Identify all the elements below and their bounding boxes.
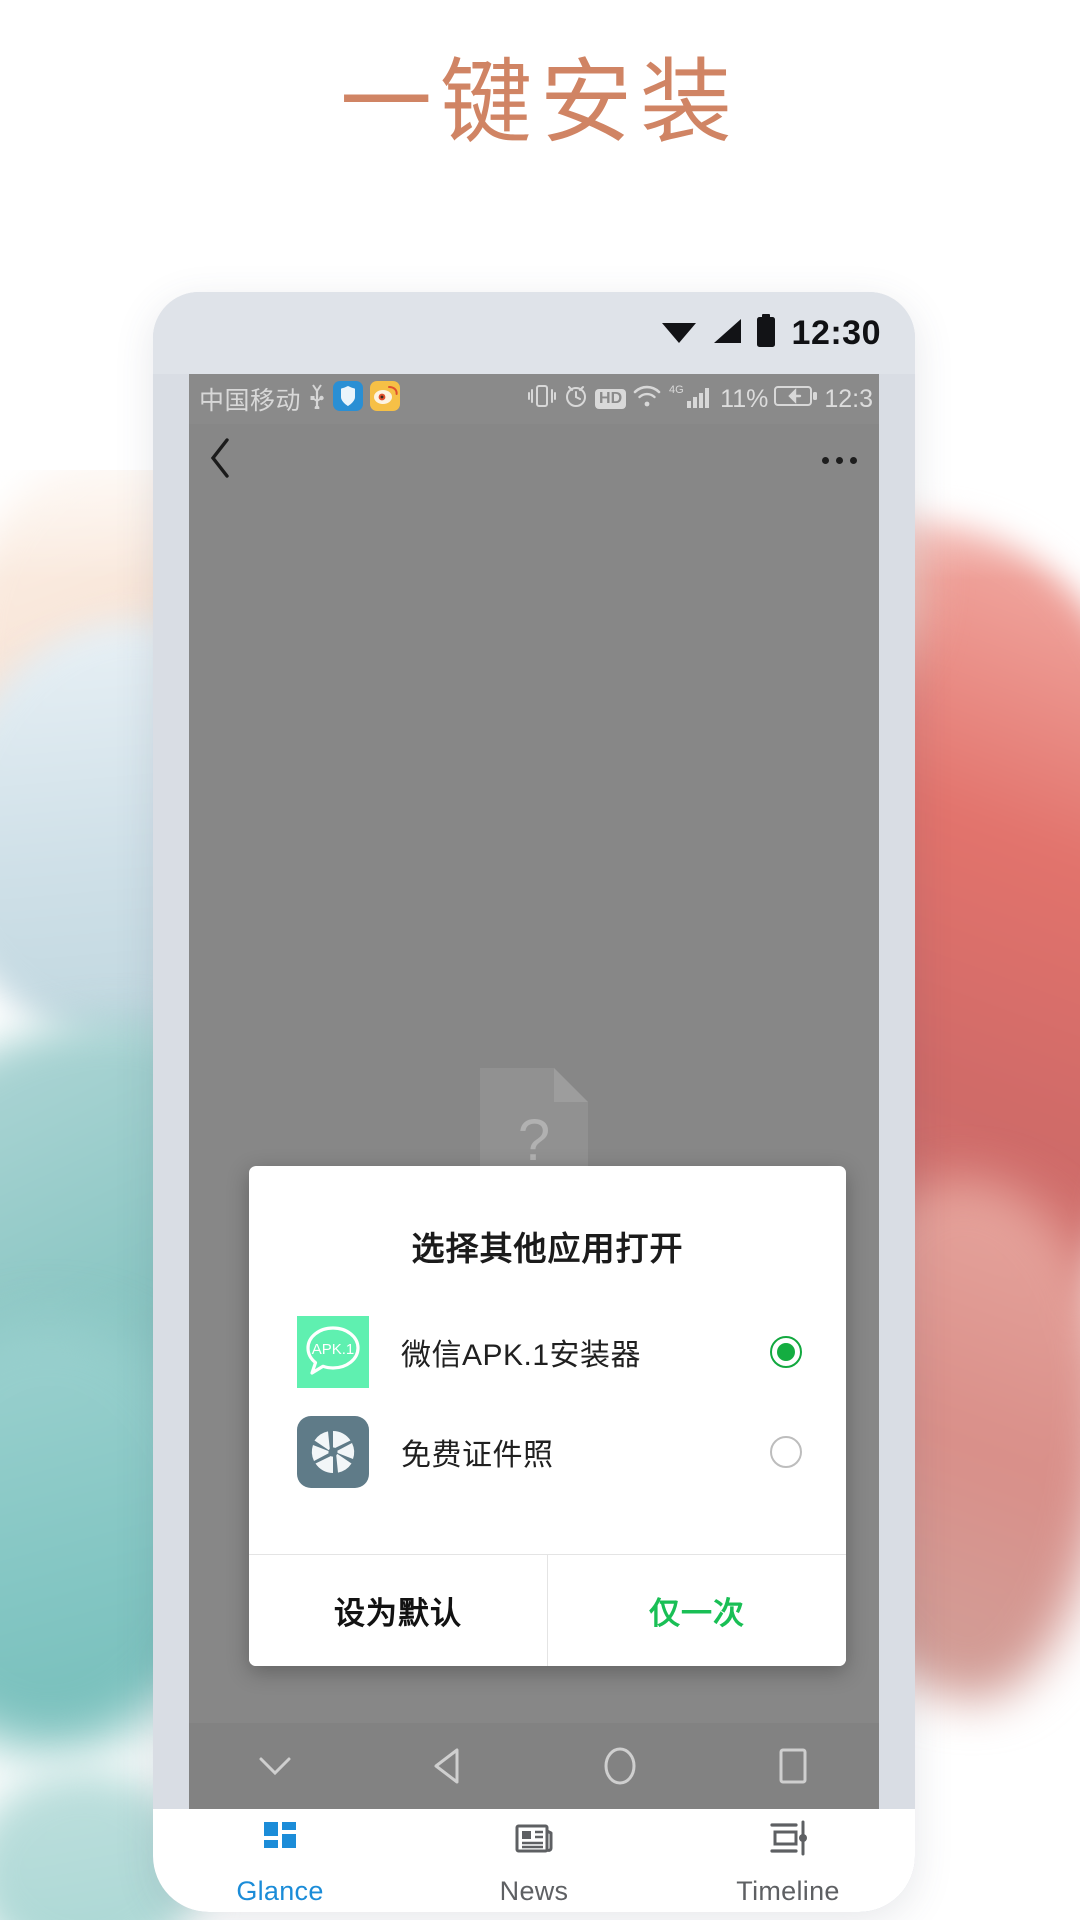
carrier-label: 中国移动	[199, 387, 302, 415]
set-default-button[interactable]: 设为默认	[249, 1555, 548, 1666]
app-screenshot: 中国移动 HD 4G 11% 12:3 ? 选择其他应用打开 APK.1 微信A…	[189, 374, 879, 1809]
signal-4g-icon: 4G	[668, 382, 714, 417]
phone-mockup: 12:30 中国移动 HD 4G 11% 12:3 ? 选择其他应用打开 APK…	[153, 292, 915, 1912]
vibrate-icon	[527, 383, 557, 416]
wifi-icon	[632, 383, 662, 416]
hd-icon: HD	[595, 389, 627, 409]
page-title: 一键安装	[339, 52, 740, 154]
android-nav-bar	[189, 1723, 879, 1809]
weibo-app-icon	[370, 380, 401, 418]
app-chooser-dialog: 选择其他应用打开 APK.1 微信APK.1安装器 免费证件照 设为默认 仅一次	[249, 1166, 846, 1666]
app-clock: 12:3	[824, 384, 873, 413]
more-horizontal-icon[interactable]	[822, 456, 857, 464]
app-status-bar: 中国移动 HD 4G 11% 12:3	[189, 374, 879, 424]
bottom-tab-bar: Glance News Timeline	[153, 1809, 915, 1912]
battery-icon	[755, 313, 777, 353]
device-clock: 12:30	[791, 313, 881, 352]
timeline-icon	[764, 1814, 812, 1867]
app-name: 微信APK.1安装器	[401, 1339, 642, 1372]
wifi-icon	[659, 316, 699, 351]
id-photo-aperture-icon	[297, 1416, 369, 1488]
just-once-button[interactable]: 仅一次	[548, 1555, 846, 1666]
signal-icon	[710, 316, 744, 351]
dialog-actions: 设为默认 仅一次	[249, 1554, 846, 1666]
home-circle-icon[interactable]	[534, 1744, 707, 1788]
radio-button-selected[interactable]	[770, 1336, 802, 1368]
tab-news[interactable]: News	[407, 1814, 661, 1907]
tab-label: Timeline	[736, 1876, 840, 1906]
wechat-apk-installer-icon: APK.1	[297, 1316, 369, 1388]
tab-label: Glance	[236, 1876, 324, 1906]
tab-timeline[interactable]: Timeline	[661, 1814, 915, 1907]
list-item[interactable]: 免费证件照	[249, 1402, 846, 1502]
shield-app-icon	[333, 380, 364, 418]
battery-charging-icon	[774, 383, 818, 416]
recents-square-icon[interactable]	[707, 1744, 880, 1788]
grid-tiles-icon	[256, 1814, 304, 1867]
app-top-bar	[189, 424, 879, 496]
app-name: 免费证件照	[401, 1439, 554, 1472]
app-list: APK.1 微信APK.1安装器 免费证件照	[249, 1280, 846, 1554]
radio-button-unselected[interactable]	[770, 1436, 802, 1468]
svg-text:APK.1: APK.1	[312, 1341, 355, 1358]
chevron-left-icon[interactable]	[207, 436, 233, 485]
alarm-icon	[563, 383, 589, 416]
device-status-bar: 12:30	[153, 292, 915, 374]
chevron-down-icon[interactable]	[189, 1753, 362, 1779]
svg-text:4G: 4G	[669, 384, 684, 396]
dialog-title: 选择其他应用打开	[411, 1230, 684, 1267]
tab-glance[interactable]: Glance	[153, 1814, 407, 1907]
newspaper-icon	[510, 1814, 558, 1867]
usb-icon	[308, 383, 326, 416]
tab-label: News	[499, 1876, 569, 1906]
list-item[interactable]: APK.1 微信APK.1安装器	[249, 1302, 846, 1402]
battery-percent-label: 11%	[720, 384, 769, 413]
back-triangle-icon[interactable]	[362, 1746, 535, 1786]
svg-text:?: ?	[518, 1108, 550, 1173]
